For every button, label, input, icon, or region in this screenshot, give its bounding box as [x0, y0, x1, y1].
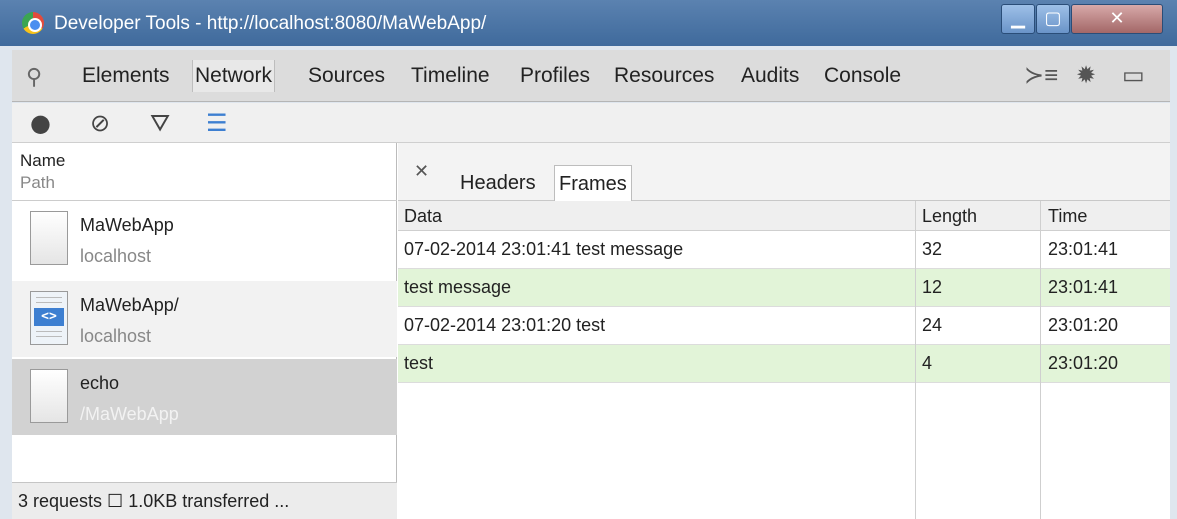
gear-icon[interactable]: ✹ [1076, 61, 1096, 90]
frame-row[interactable]: test message 12 23:01:41 [398, 269, 1170, 307]
frame-data: 07-02-2014 23:01:20 test [404, 315, 606, 335]
console-drawer-icon[interactable]: ≻≡ [1024, 61, 1058, 90]
frame-row[interactable]: test 4 23:01:20 [398, 345, 1170, 383]
frame-time: 23:01:41 [1048, 277, 1119, 297]
column-divider [1040, 201, 1041, 519]
request-name: echo [80, 373, 120, 393]
network-panel: Name Path MaWebApp localhost <> MaWebApp… [12, 143, 1170, 519]
tab-headers[interactable]: Headers [456, 165, 540, 201]
table-header: Data Length Time [398, 201, 1170, 231]
frame-length: 4 [922, 353, 933, 373]
path-column-label: Path [20, 173, 55, 192]
minimize-button[interactable]: ▁ [1001, 4, 1035, 34]
requests-header: Name Path [12, 143, 397, 201]
window-title: Developer Tools - http://localhost:8080/… [54, 13, 487, 34]
frame-length: 24 [922, 315, 943, 335]
frame-row[interactable]: 07-02-2014 23:01:20 test 24 23:01:20 [398, 307, 1170, 345]
request-path: localhost [80, 326, 152, 346]
name-column-label: Name [20, 151, 66, 170]
tab-frames[interactable]: Frames [554, 165, 632, 201]
tab-console[interactable]: Console [822, 60, 903, 92]
frame-data: test [404, 353, 434, 373]
frame-time: 23:01:20 [1048, 353, 1119, 373]
devtools-window: Developer Tools - http://localhost:8080/… [0, 0, 1177, 519]
frame-row[interactable]: 07-02-2014 23:01:41 test message 32 23:0… [398, 231, 1170, 269]
column-header-length[interactable]: Length [922, 206, 977, 227]
requests-list: Name Path MaWebApp localhost <> MaWebApp… [12, 143, 397, 519]
column-header-data[interactable]: Data [404, 206, 442, 227]
frames-table: Data Length Time 07-02-2014 23:01:41 tes… [398, 201, 1170, 519]
tab-timeline[interactable]: Timeline [409, 60, 492, 92]
request-path: localhost [80, 246, 152, 266]
request-item[interactable]: <> MaWebApp/ localhost [12, 281, 397, 357]
html-file-icon: <> [30, 291, 68, 345]
request-item[interactable]: MaWebApp localhost [12, 201, 397, 277]
column-header-time[interactable]: Time [1048, 206, 1087, 227]
tab-resources[interactable]: Resources [612, 60, 716, 92]
frame-length: 32 [922, 239, 943, 259]
status-bar: 3 requests ☐ 1.0KB transferred ... [12, 482, 397, 519]
tab-sources[interactable]: Sources [306, 60, 387, 92]
clear-icon[interactable]: ⊘ [90, 110, 110, 136]
maximize-button[interactable]: ▢ [1036, 4, 1070, 34]
tab-profiles[interactable]: Profiles [518, 60, 592, 92]
request-name: MaWebApp/ [80, 295, 179, 315]
frame-length: 12 [922, 277, 943, 297]
frame-data: test message [404, 277, 512, 297]
filter-icon[interactable]: ⛛ [150, 110, 170, 136]
request-details: ✕ Headers Frames Data Length Time 07-02-… [398, 143, 1170, 519]
chrome-logo-icon [22, 12, 44, 34]
frame-time: 23:01:20 [1048, 315, 1119, 335]
request-path: /MaWebApp [80, 404, 179, 424]
column-divider [915, 201, 916, 519]
list-view-icon[interactable]: ☰ [206, 110, 228, 136]
devtools-tab-bar: ⚲ Elements Network Sources Timeline Prof… [12, 50, 1170, 102]
search-icon[interactable]: ⚲ [26, 64, 42, 90]
detail-tab-bar: ✕ Headers Frames [398, 143, 1170, 201]
document-icon [30, 211, 68, 265]
record-icon[interactable]: ● [30, 110, 51, 136]
frame-data: 07-02-2014 23:01:41 test message [404, 239, 684, 259]
request-name: MaWebApp [80, 215, 174, 235]
status-text: 3 requests ☐ 1.0KB transferred ... [18, 491, 290, 511]
close-window-button[interactable]: ✕ [1071, 4, 1163, 34]
tab-audits[interactable]: Audits [739, 60, 801, 92]
document-icon [30, 369, 68, 423]
request-item-selected[interactable]: echo /MaWebApp [12, 359, 397, 435]
close-icon[interactable]: ✕ [414, 161, 429, 182]
title-bar: Developer Tools - http://localhost:8080/… [0, 0, 1177, 46]
dock-icon[interactable]: ▭ [1122, 61, 1145, 90]
network-toolbar: ● ⊘ ⛛ ☰ [12, 103, 1170, 143]
tab-network[interactable]: Network [192, 60, 276, 92]
frame-time: 23:01:41 [1048, 239, 1119, 259]
tab-elements[interactable]: Elements [80, 60, 172, 92]
